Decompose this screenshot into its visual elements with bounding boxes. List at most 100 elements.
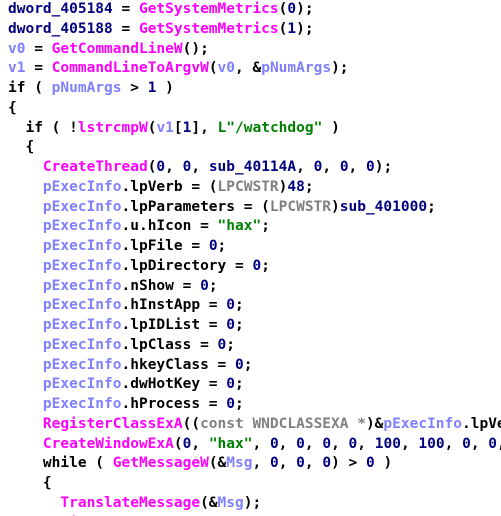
token-punct: ; <box>235 297 244 314</box>
token-lvar[interactable]: pExecInfo <box>383 416 462 432</box>
token-lvar[interactable]: pExecInfo <box>43 238 122 254</box>
token-punct: , <box>278 455 297 472</box>
code-line[interactable]: pExecInfo.lpIDList = 0; <box>0 316 501 336</box>
token-func[interactable]: GetMessageW <box>113 455 209 471</box>
token-field: .lpVerb); <box>462 415 501 432</box>
token-num: 0 <box>269 435 279 452</box>
token-lvar[interactable]: pExecInfo <box>43 317 122 333</box>
token-punct: , <box>444 435 463 452</box>
token-punct: , <box>278 435 297 452</box>
code-line[interactable]: { <box>0 138 501 158</box>
token-num: 0 <box>226 297 235 314</box>
token-punct: ); <box>296 20 314 37</box>
token-punct <box>8 396 43 412</box>
code-line[interactable]: pExecInfo.lpDirectory = 0; <box>0 257 501 277</box>
token-func[interactable]: CreateWindowExA <box>43 436 174 452</box>
token-punct: , <box>322 159 340 175</box>
token-num: 0 <box>366 455 375 472</box>
token-lvar[interactable]: pExecInfo <box>43 337 122 353</box>
code-line[interactable]: pExecInfo.u.hIcon = "hax"; <box>0 217 501 237</box>
token-func[interactable]: GetCommandLineW <box>52 41 183 57</box>
token-lvar[interactable]: pExecInfo <box>43 199 122 215</box>
code-line[interactable]: pExecInfo.hkeyClass = 0; <box>0 356 501 376</box>
token-punct <box>8 436 43 452</box>
token-func[interactable]: GetSystemMetrics <box>139 1 279 17</box>
token-gvar[interactable]: sub_40114A <box>209 159 296 175</box>
token-gvar[interactable]: dword_405184 <box>8 1 113 17</box>
token-lvar[interactable]: pExecInfo <box>43 297 122 313</box>
token-punct: , <box>348 159 367 175</box>
token-num: 0 <box>226 396 235 412</box>
token-num: 0 <box>462 435 471 452</box>
code-line[interactable]: if ( pNumArgs > 1 ) <box>0 79 501 99</box>
code-line[interactable]: if ( !lstrcmpW(v1[1], L"/watchdog" ) <box>0 119 501 139</box>
token-punct: ; <box>427 198 436 215</box>
token-func[interactable]: RegisterClassExA <box>43 416 183 432</box>
token-punct: , <box>252 435 270 452</box>
token-punct: ], <box>191 119 218 136</box>
code-line[interactable]: v1 = CommandLineToArgvW(v0, &pNumArgs); <box>0 59 501 79</box>
pseudocode-view[interactable]: dword_405184 = GetSystemMetrics(0); dword… <box>0 0 501 516</box>
code-line[interactable]: pExecInfo.lpParameters = (LPCWSTR)sub_40… <box>0 198 501 218</box>
token-punct: ; <box>235 376 244 393</box>
token-field: .lpIDList = <box>121 317 227 333</box>
token-punct: ; <box>243 356 253 373</box>
token-punct <box>8 416 43 432</box>
token-punct <box>8 179 43 195</box>
token-lvar[interactable]: v0 <box>218 60 235 76</box>
token-func[interactable]: lstrcmpW <box>78 120 148 136</box>
code-line[interactable]: dword_405184 = GetSystemMetrics(0); <box>0 0 501 20</box>
token-lvar[interactable]: pExecInfo <box>43 376 122 392</box>
code-line[interactable]: pExecInfo.nShow = 0; <box>0 277 501 297</box>
code-line[interactable]: { <box>0 474 501 494</box>
token-func[interactable]: TranslateMessage <box>60 495 200 511</box>
code-line[interactable]: CreateWindowExA(0, "hax", 0, 0, 0, 0, 10… <box>0 435 501 455</box>
token-func[interactable]: CreateThread <box>43 159 148 175</box>
token-gvar[interactable]: sub_401000 <box>340 199 427 215</box>
token-lvar[interactable]: pExecInfo <box>43 218 122 234</box>
token-num: 0 <box>287 1 297 17</box>
code-line[interactable]: pExecInfo.lpVerb = (LPCWSTR)48; <box>0 178 501 198</box>
token-field: .dwHotKey = <box>121 376 227 393</box>
token-punct: , <box>304 455 323 472</box>
token-lvar[interactable]: pExecInfo <box>43 179 122 195</box>
token-lvar[interactable]: pExecInfo <box>43 258 122 274</box>
token-lvar[interactable]: v1 <box>8 60 25 76</box>
token-punct: ); <box>331 60 349 77</box>
code-line[interactable]: CreateThread(0, 0, sub_40114A, 0, 0, 0); <box>0 158 501 178</box>
code-line[interactable]: pExecInfo.dwHotKey = 0; <box>0 375 501 395</box>
token-lvar[interactable]: pExecInfo <box>43 396 122 412</box>
code-line[interactable]: pExecInfo.lpFile = 0; <box>0 237 501 257</box>
token-lvar[interactable]: v1 <box>156 120 173 136</box>
token-gvar[interactable]: dword_405188 <box>8 21 113 37</box>
token-lvar[interactable]: pExecInfo <box>43 357 122 373</box>
token-punct: , <box>296 159 314 175</box>
code-line[interactable]: while ( GetMessageW(&Msg, 0, 0, 0) > 0 ) <box>0 454 501 474</box>
token-func[interactable]: GetSystemMetrics <box>139 21 279 37</box>
code-line[interactable]: RegisterClassExA((const WNDCLASSEXA *)&p… <box>0 415 501 435</box>
token-num: 0 <box>235 356 244 373</box>
token-punct: ( <box>25 80 52 96</box>
code-line[interactable]: pExecInfo.lpClass = 0; <box>0 336 501 356</box>
code-line[interactable]: { <box>0 99 501 119</box>
token-punct: ); <box>243 494 262 511</box>
code-line[interactable]: pExecInfo.hInstApp = 0; <box>0 296 501 316</box>
token-str: "hax" <box>217 218 262 235</box>
token-punct: ) <box>322 119 340 136</box>
token-type: const WNDCLASSEXA * <box>200 415 366 432</box>
token-num: 0 <box>322 455 332 472</box>
token-func[interactable]: CommandLineToArgvW <box>52 60 209 76</box>
token-punct <box>8 278 43 294</box>
token-lvar[interactable]: Msg <box>226 455 252 471</box>
code-line[interactable]: v0 = GetCommandLineW(); <box>0 40 501 60</box>
token-punct <box>8 297 43 313</box>
token-punct <box>8 357 43 373</box>
token-lvar[interactable]: pExecInfo <box>43 278 122 294</box>
code-line[interactable]: TranslateMessage(&Msg); <box>0 494 501 514</box>
code-line[interactable]: dword_405188 = GetSystemMetrics(1); <box>0 20 501 40</box>
token-lvar[interactable]: Msg <box>218 495 244 511</box>
token-lvar[interactable]: pNumArgs <box>261 60 331 76</box>
token-lvar[interactable]: pNumArgs <box>52 80 122 96</box>
token-lvar[interactable]: v0 <box>8 41 25 57</box>
code-line[interactable]: pExecInfo.hProcess = 0; <box>0 395 501 415</box>
